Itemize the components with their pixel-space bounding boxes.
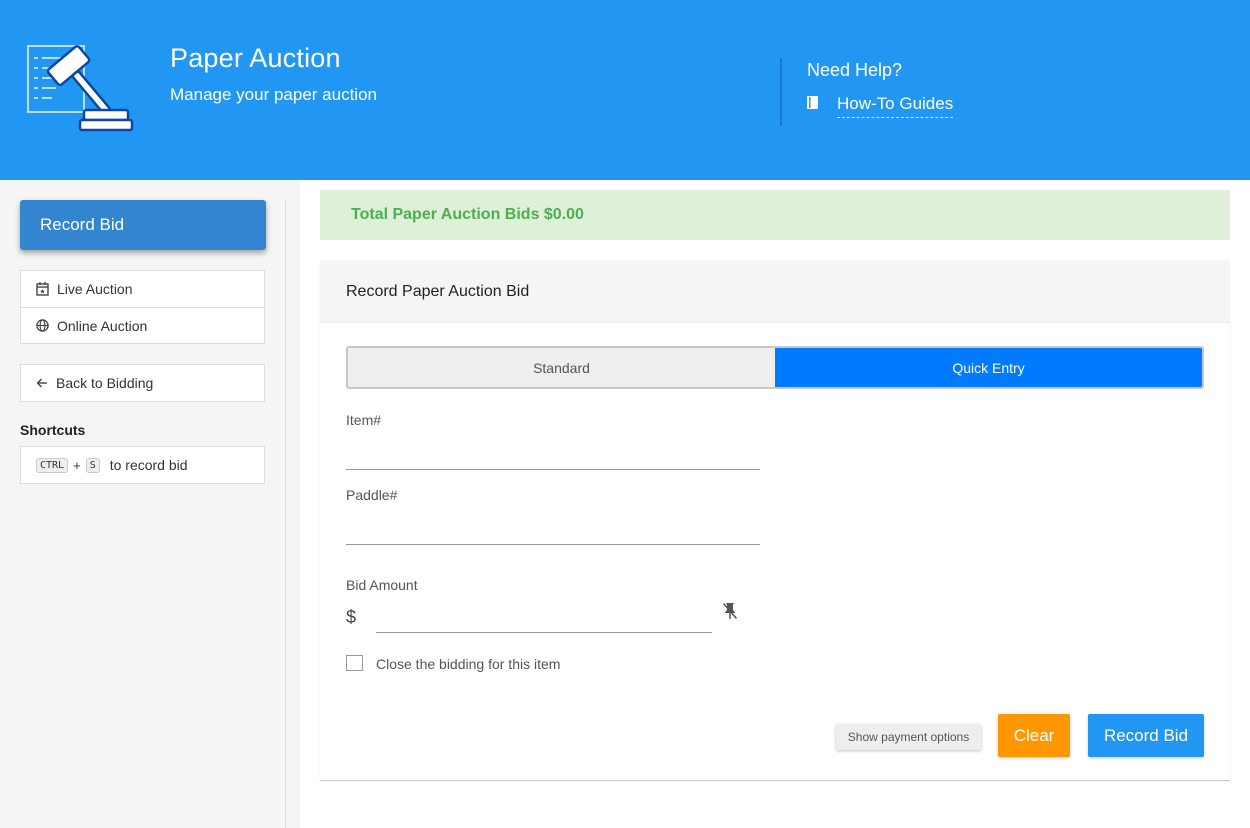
back-to-bidding-label: Back to Bidding — [56, 375, 154, 391]
unpin-icon[interactable] — [722, 602, 738, 620]
nav-item-label: Live Auction — [57, 281, 133, 297]
close-bidding-checkbox[interactable] — [346, 655, 363, 671]
app-title: Paper Auction — [170, 43, 341, 73]
clear-button[interactable]: Clear — [998, 714, 1070, 757]
globe-icon — [36, 319, 49, 332]
sidebar-divider — [285, 200, 286, 828]
kbd-s: S — [85, 457, 100, 473]
header-divider — [780, 58, 782, 126]
kbd-plus: + — [73, 457, 81, 473]
shortcut-description: to record bid — [109, 457, 188, 473]
record-bid-card: Record Paper Auction Bid Standard Quick … — [320, 261, 1230, 781]
tab-quick-entry[interactable]: Quick Entry — [775, 348, 1202, 387]
paddle-number-input[interactable] — [346, 519, 760, 545]
book-icon — [807, 96, 818, 109]
nav-item-label: Online Auction — [57, 317, 148, 334]
item-number-label: Item# — [346, 412, 382, 428]
currency-symbol: $ — [346, 607, 357, 627]
kbd-ctrl: CTRL — [36, 457, 69, 473]
card-title: Record Paper Auction Bid — [320, 261, 1230, 323]
tab-standard[interactable]: Standard — [348, 348, 775, 387]
total-bids-banner: Total Paper Auction Bids $0.00 — [320, 190, 1230, 240]
shortcut-record-bid: CTRL + S to record bid — [20, 446, 265, 484]
app-subtitle: Manage your paper auction — [170, 85, 377, 104]
item-number-input[interactable] — [346, 444, 760, 470]
record-bid-button[interactable]: Record Bid — [1088, 714, 1204, 757]
shortcuts-heading: Shortcuts — [20, 422, 86, 438]
bid-amount-input[interactable] — [376, 605, 712, 633]
app-header: Paper Auction Manage your paper auction … — [0, 0, 1250, 180]
help-title: Need Help? — [807, 60, 903, 80]
entry-mode-tabs: Standard Quick Entry — [346, 346, 1204, 389]
record-bid-nav-button[interactable]: Record Bid — [20, 200, 266, 250]
nav-item-live-auction[interactable]: Live Auction — [21, 271, 264, 307]
calendar-icon — [36, 282, 49, 296]
show-payment-options-button[interactable]: Show payment options — [836, 724, 981, 750]
bid-amount-label: Bid Amount — [346, 577, 418, 593]
nav-item-online-auction[interactable]: Online Auction — [21, 307, 264, 343]
auction-nav: Live Auction Online Auction — [20, 270, 265, 344]
close-bidding-label: Close the bidding for this item — [376, 656, 561, 672]
arrow-left-icon — [36, 378, 47, 388]
paddle-number-label: Paddle# — [346, 487, 398, 503]
back-to-bidding-link[interactable]: Back to Bidding — [20, 364, 265, 402]
how-to-guides-link[interactable]: How-To Guides — [837, 94, 954, 118]
gavel-auction-icon — [27, 45, 134, 132]
